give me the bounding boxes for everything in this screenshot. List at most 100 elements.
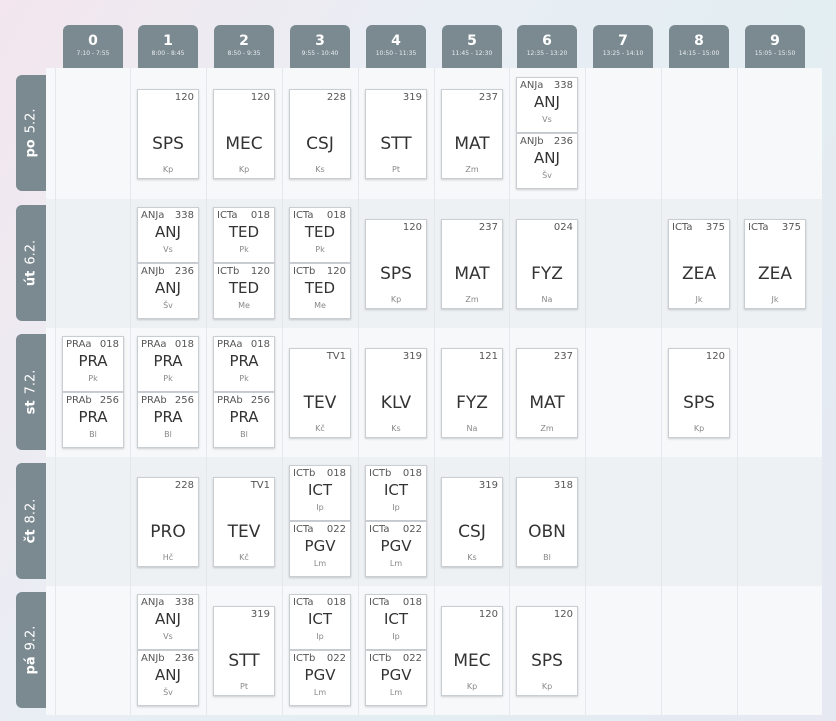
lesson-card[interactable]: 319 KLV Ks	[365, 348, 427, 438]
lesson-subject: MAT	[454, 264, 490, 284]
day-name: po	[23, 139, 39, 158]
lesson-subject: MEC	[225, 134, 263, 154]
lesson-group: ANJa	[520, 80, 544, 91]
lesson-card[interactable]: PRAa 018 PRA Pk	[137, 336, 199, 392]
lesson-room: 120	[250, 92, 270, 103]
lesson-subject: ICT	[383, 610, 409, 628]
lesson-room: 338	[174, 210, 194, 221]
period-header-4: 4 10:50 - 11:35	[366, 25, 426, 68]
lesson-card[interactable]: PRAb 256 PRA Bl	[213, 392, 275, 448]
lesson-card[interactable]: 120 SPS Kp	[668, 348, 730, 438]
lesson-teacher: Bl	[89, 430, 97, 439]
day-label-2: st 7.2.	[16, 334, 46, 450]
lesson-card[interactable]: 319 CSJ Ks	[441, 477, 503, 567]
lesson-group: ICTa	[369, 597, 390, 608]
lesson-card[interactable]: PRAb 256 PRA Bl	[137, 392, 199, 448]
lesson-subject: TED	[228, 279, 260, 297]
lesson-card[interactable]: ICTa 018 ICT Ip	[289, 594, 351, 650]
lesson-card[interactable]: 121 FYZ Na	[441, 348, 503, 438]
day-label-text: pá 9.2.	[24, 626, 39, 675]
lesson-subject: PRA	[153, 408, 183, 426]
lesson-card[interactable]: ICTb 022 PGV Lm	[289, 650, 351, 706]
lesson-card[interactable]: PRAa 018 PRA Pk	[62, 336, 124, 392]
lesson-card[interactable]: TV1 TEV Kč	[213, 477, 275, 567]
period-header-5: 5 11:45 - 12:30	[442, 25, 502, 68]
lesson-subject: SPS	[380, 264, 412, 284]
lesson-card[interactable]: 237 MAT Zm	[516, 348, 578, 438]
lesson-card[interactable]: 228 CSJ Ks	[289, 89, 351, 179]
lesson-subject: ICT	[383, 481, 409, 499]
lesson-card[interactable]: ICTa 375 ZEA Jk	[668, 219, 730, 309]
lesson-card[interactable]: 228 PRO Hč	[137, 477, 199, 567]
lesson-card[interactable]: 024 FYZ Na	[516, 219, 578, 309]
lesson-room: 237	[553, 351, 573, 362]
lesson-room: 018	[174, 339, 194, 350]
lesson-card[interactable]: ICTb 120 TED Me	[213, 263, 275, 319]
lesson-subject: ICT	[307, 481, 333, 499]
lesson-card[interactable]: 120 SPS Kp	[137, 89, 199, 179]
lesson-card[interactable]: 237 MAT Zm	[441, 219, 503, 309]
lesson-card[interactable]: ICTb 018 ICT Ip	[365, 465, 427, 521]
lesson-teacher: Bl	[240, 430, 248, 439]
lesson-card[interactable]: ANJa 338 ANJ Vs	[516, 77, 578, 133]
lesson-card[interactable]: 120 SPS Kp	[516, 606, 578, 696]
lesson-card[interactable]: ICTb 022 PGV Lm	[365, 650, 427, 706]
lesson-card[interactable]: 237 MAT Zm	[441, 89, 503, 179]
lesson-group: PRAa	[217, 339, 243, 350]
lesson-card[interactable]: ANJa 338 ANJ Vs	[137, 594, 199, 650]
lesson-teacher: Ip	[316, 632, 324, 641]
lesson-room: 120	[705, 351, 725, 362]
lesson-card[interactable]: ANJb 236 ANJ Šv	[137, 263, 199, 319]
lesson-card[interactable]: ICTa 018 TED Pk	[289, 207, 351, 263]
lesson-card[interactable]: TV1 TEV Kč	[289, 348, 351, 438]
lesson-card[interactable]: PRAa 018 PRA Pk	[213, 336, 275, 392]
lesson-teacher: Pk	[88, 374, 98, 383]
lesson-subject: PGV	[380, 537, 412, 555]
lesson-card[interactable]: ICTa 375 ZEA Jk	[744, 219, 806, 309]
lesson-room: 120	[478, 609, 498, 620]
lesson-subject: OBN	[528, 522, 566, 542]
lesson-teacher: Ks	[467, 553, 477, 562]
day-name: st	[23, 400, 39, 415]
lesson-card[interactable]: ICTb 018 ICT Ip	[289, 465, 351, 521]
lesson-room: 120	[553, 609, 573, 620]
lesson-subject: SPS	[152, 134, 184, 154]
lesson-card[interactable]: ICTa 018 TED Pk	[213, 207, 275, 263]
lesson-card[interactable]: PRAb 256 PRA Bl	[62, 392, 124, 448]
lesson-card[interactable]: 318 OBN Bl	[516, 477, 578, 567]
lesson-teacher: Kp	[693, 424, 705, 433]
lesson-card[interactable]: 120 MEC Kp	[213, 89, 275, 179]
lesson-card[interactable]: 120 SPS Kp	[365, 219, 427, 309]
period-time: 12:35 - 13:20	[526, 50, 568, 57]
period-number: 3	[315, 33, 325, 49]
lesson-card[interactable]: ICTa 022 PGV Lm	[289, 521, 351, 577]
lesson-card[interactable]: ICTa 022 PGV Lm	[365, 521, 427, 577]
lesson-subject: ZEA	[757, 264, 793, 284]
lesson-group: ANJb	[520, 136, 544, 147]
period-number: 0	[88, 33, 98, 49]
lesson-card[interactable]: 319 STT Pt	[213, 606, 275, 696]
lesson-room: 338	[174, 597, 194, 608]
lesson-room: 338	[553, 80, 573, 91]
lesson-card[interactable]: ANJa 338 ANJ Vs	[137, 207, 199, 263]
lesson-teacher: Vs	[163, 632, 173, 641]
lesson-card[interactable]: 319 STT Pt	[365, 89, 427, 179]
period-time: 15:05 - 15:50	[754, 50, 796, 57]
lesson-room: 319	[402, 351, 422, 362]
lesson-teacher: Bl	[164, 430, 172, 439]
period-number: 8	[694, 33, 704, 49]
day-name: čt	[23, 529, 39, 544]
period-header-1: 1 8:00 - 8:45	[138, 25, 198, 68]
lesson-card[interactable]: ANJb 236 ANJ Šv	[137, 650, 199, 706]
lesson-card[interactable]: 120 MEC Kp	[441, 606, 503, 696]
column-divider	[55, 68, 56, 715]
lesson-group: ICTb	[293, 468, 316, 479]
lesson-room: 018	[326, 210, 346, 221]
lesson-card[interactable]: ICTb 120 TED Me	[289, 263, 351, 319]
lesson-teacher: Na	[466, 424, 478, 433]
period-header-2: 2 8:50 - 9:35	[214, 25, 274, 68]
lesson-teacher: Na	[541, 295, 553, 304]
lesson-teacher: Pk	[163, 374, 173, 383]
lesson-card[interactable]: ANJb 236 ANJ Šv	[516, 133, 578, 189]
lesson-card[interactable]: ICTa 018 ICT Ip	[365, 594, 427, 650]
